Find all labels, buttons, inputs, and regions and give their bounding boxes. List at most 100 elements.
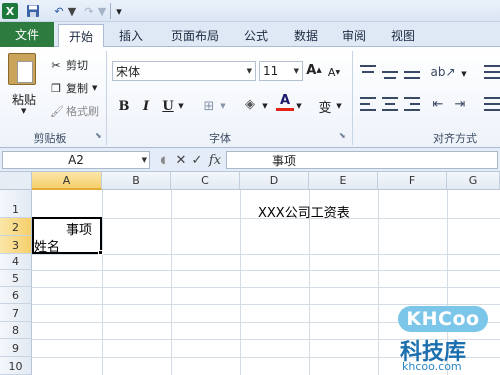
fill-color-dropdown-icon[interactable]: ▼ <box>261 97 269 115</box>
shrink-font-button[interactable]: A ▼ <box>326 63 342 81</box>
clipboard-group-label: 剪贴板 <box>33 132 67 145</box>
undo-icon[interactable]: ↶ <box>52 3 66 19</box>
format-painter-label: 格式刷 <box>66 105 99 118</box>
column-header-e[interactable]: E <box>309 172 378 190</box>
watermark-logo: KHCoo <box>398 306 488 332</box>
copy-button[interactable]: ❐ 复制 ▼ <box>50 80 97 96</box>
tab-view[interactable]: 视图 <box>383 24 423 47</box>
column-header-g[interactable]: G <box>447 172 500 190</box>
grow-font-label: A <box>306 62 317 78</box>
column-header-b[interactable]: B <box>102 172 171 190</box>
merge-center-icon[interactable] <box>484 97 500 111</box>
align-top-icon[interactable] <box>360 65 376 79</box>
qat-separator <box>110 3 111 19</box>
fill-handle[interactable] <box>98 250 103 255</box>
increase-indent-icon[interactable]: ⇥ <box>452 95 468 113</box>
column-header-d[interactable]: D <box>240 172 309 190</box>
row-header-3[interactable]: 3 <box>0 236 32 254</box>
fill-color-icon[interactable]: ◈ <box>240 95 260 113</box>
row-header-10[interactable]: 10 <box>0 357 32 375</box>
gridline <box>32 287 500 288</box>
font-launcher-icon[interactable]: ⬊ <box>339 131 346 140</box>
tab-file[interactable]: 文件 <box>0 22 54 47</box>
align-left-icon[interactable] <box>360 97 376 111</box>
row-header-7[interactable]: 7 <box>0 304 32 322</box>
paste-dropdown-icon[interactable]: ▼ <box>21 107 26 115</box>
clipboard-launcher-icon[interactable]: ⬊ <box>95 131 102 140</box>
font-size-select[interactable]: 11 ▼ <box>259 61 303 81</box>
name-box[interactable]: A2 ▼ <box>2 151 150 169</box>
underline-dropdown-icon[interactable]: ▼ <box>177 97 185 115</box>
italic-button[interactable]: I <box>138 97 154 115</box>
excel-logo-icon[interactable]: X <box>2 3 18 19</box>
insert-function-icon[interactable]: fx <box>207 152 223 168</box>
column-header-c[interactable]: C <box>171 172 240 190</box>
paste-button[interactable]: 粘贴 <box>12 91 36 108</box>
row-header-5[interactable]: 5 <box>0 270 32 287</box>
watermark: KHCoo 科技库 khcoo.com <box>398 294 498 373</box>
align-middle-icon[interactable] <box>382 65 398 79</box>
column-header-a[interactable]: A <box>32 172 102 190</box>
tab-formulas[interactable]: 公式 <box>236 24 276 47</box>
chevron-down-icon: ▼ <box>246 67 252 75</box>
ribbon-tabs: 文件 开始 插入 页面布局 公式 数据 审阅 视图 <box>0 22 500 48</box>
border-dropdown-icon[interactable]: ▼ <box>219 97 227 115</box>
copy-icon: ❐ <box>51 81 61 95</box>
row-header-8[interactable]: 8 <box>0 322 32 339</box>
save-icon[interactable] <box>26 3 40 19</box>
align-center-icon[interactable] <box>382 97 398 111</box>
cut-button[interactable]: ✂ 剪切 <box>50 57 88 73</box>
underline-button[interactable]: U <box>160 97 176 115</box>
font-color-button[interactable]: A <box>276 93 294 111</box>
redo-icon[interactable]: ↷ <box>82 3 96 19</box>
cell-d1[interactable]: XXX公司工资表 <box>258 202 350 221</box>
tab-data[interactable]: 数据 <box>286 24 326 47</box>
format-painter-icon: 🖌 <box>50 104 64 118</box>
copy-dropdown-icon[interactable]: ▼ <box>92 84 97 92</box>
orientation-dropdown-icon[interactable]: ▼ <box>460 65 468 83</box>
wrap-text-icon[interactable] <box>484 65 500 79</box>
align-right-icon[interactable] <box>404 97 420 111</box>
row-header-1[interactable]: 1 <box>0 190 32 218</box>
formula-bar-resize-icon[interactable]: ◖ <box>157 152 169 168</box>
font-name-value: 宋体 <box>116 64 141 79</box>
redo-dropdown-icon[interactable]: ▼ <box>98 3 106 19</box>
decrease-indent-icon[interactable]: ⇤ <box>430 95 446 113</box>
shrink-font-label: A <box>327 65 336 79</box>
tab-home[interactable]: 开始 <box>58 24 104 48</box>
phonetic-button[interactable]: 变 <box>316 97 334 116</box>
alignment-group-label: 对齐方式 <box>433 132 477 145</box>
paste-icon[interactable] <box>8 53 36 85</box>
enter-icon[interactable]: ✓ <box>190 152 204 168</box>
orientation-icon[interactable]: ab↗ <box>430 63 455 81</box>
column-header-f[interactable]: F <box>378 172 447 190</box>
row-header-4[interactable]: 4 <box>0 254 32 270</box>
scissors-icon: ✂ <box>51 58 61 72</box>
align-bottom-icon[interactable] <box>404 65 420 79</box>
tab-page-layout[interactable]: 页面布局 <box>162 24 228 47</box>
font-name-select[interactable]: 宋体 ▼ <box>112 61 256 81</box>
row-header-6[interactable]: 6 <box>0 287 32 304</box>
font-group-label: 字体 <box>209 132 231 145</box>
format-painter-button[interactable]: 🖌 格式刷 <box>50 103 99 119</box>
border-icon[interactable]: ⊞ <box>200 97 218 115</box>
tab-review[interactable]: 审阅 <box>334 24 374 47</box>
formula-input[interactable]: 事项 <box>226 151 498 169</box>
phonetic-dropdown-icon[interactable]: ▼ <box>335 97 343 115</box>
tab-insert[interactable]: 插入 <box>110 24 152 47</box>
active-cell-border <box>32 217 102 254</box>
group-separator <box>106 51 107 145</box>
row-header-9[interactable]: 9 <box>0 339 32 357</box>
font-size-value: 11 <box>263 64 279 78</box>
row-header-2[interactable]: 2 <box>0 218 32 236</box>
gridline <box>32 270 500 271</box>
select-all-corner[interactable] <box>0 172 32 190</box>
undo-dropdown-icon[interactable]: ▼ <box>68 3 76 19</box>
cancel-icon[interactable]: ✕ <box>174 152 188 168</box>
grow-font-button[interactable]: A ▲ <box>306 61 322 79</box>
customize-qat-icon[interactable]: ▾ <box>114 3 124 19</box>
bold-button[interactable]: B <box>116 97 132 115</box>
font-color-dropdown-icon[interactable]: ▼ <box>295 97 303 115</box>
formula-bar: A2 ▼ ◖ ✕ ✓ fx 事项 <box>0 148 500 172</box>
copy-label: 复制 <box>66 82 88 95</box>
